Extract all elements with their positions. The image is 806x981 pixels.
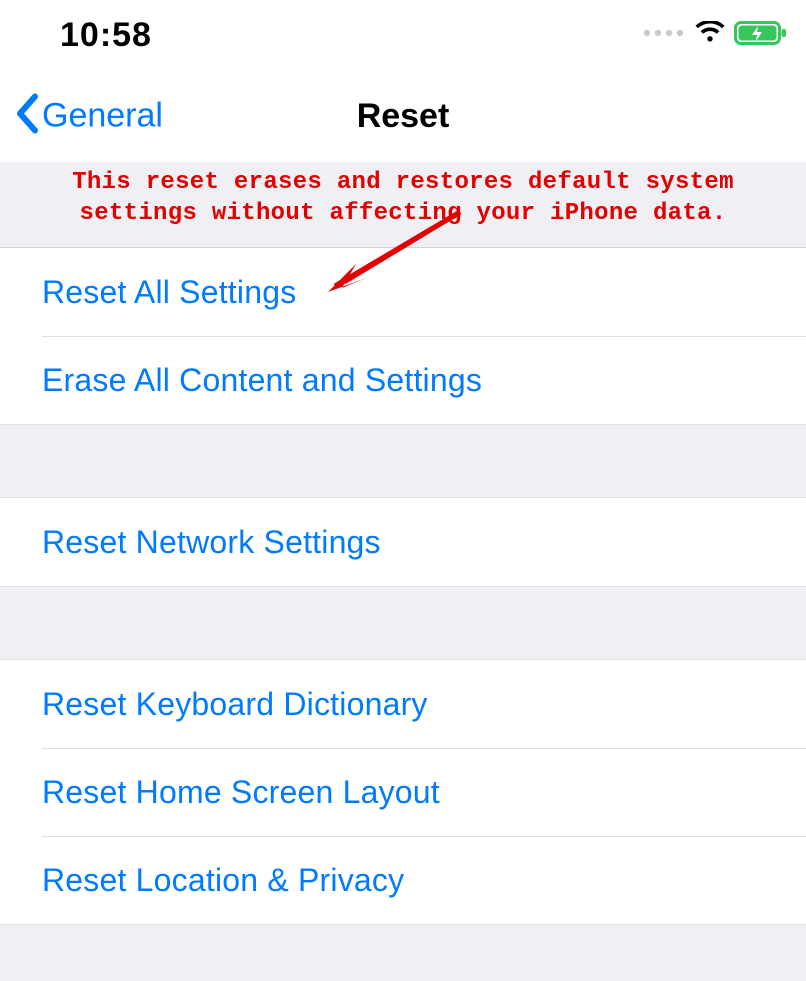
spacer <box>0 425 806 497</box>
reset-home-screen-layout[interactable]: Reset Home Screen Layout <box>42 748 806 836</box>
group-3: Reset Keyboard Dictionary Reset Home Scr… <box>0 659 806 925</box>
annotation-text: This reset erases and restores default s… <box>8 168 798 229</box>
cell-label: Reset Network Settings <box>42 524 381 561</box>
status-right <box>642 20 788 51</box>
back-button[interactable]: General <box>14 94 163 139</box>
status-bar: 10:58 <box>0 0 806 70</box>
annotation-band: This reset erases and restores default s… <box>0 162 806 248</box>
reset-network-settings[interactable]: Reset Network Settings <box>0 498 806 586</box>
group-1: Reset All Settings Erase All Content and… <box>0 248 806 425</box>
cell-label: Reset Home Screen Layout <box>42 774 440 811</box>
cell-label: Reset All Settings <box>42 274 296 311</box>
group-2: Reset Network Settings <box>0 497 806 587</box>
erase-all-content-and-settings[interactable]: Erase All Content and Settings <box>42 336 806 424</box>
wifi-icon <box>694 21 726 50</box>
reset-all-settings[interactable]: Reset All Settings <box>0 248 806 336</box>
cell-label: Erase All Content and Settings <box>42 362 482 399</box>
back-label: General <box>42 97 163 136</box>
dots-icon <box>642 26 686 44</box>
spacer <box>0 587 806 659</box>
reset-location-privacy[interactable]: Reset Location & Privacy <box>42 836 806 924</box>
status-time: 10:58 <box>60 16 152 55</box>
chevron-left-icon <box>14 94 40 139</box>
nav-bar: General Reset <box>0 70 806 162</box>
battery-icon <box>734 20 788 51</box>
cell-label: Reset Keyboard Dictionary <box>42 686 428 723</box>
reset-keyboard-dictionary[interactable]: Reset Keyboard Dictionary <box>0 660 806 748</box>
cell-label: Reset Location & Privacy <box>42 862 404 899</box>
